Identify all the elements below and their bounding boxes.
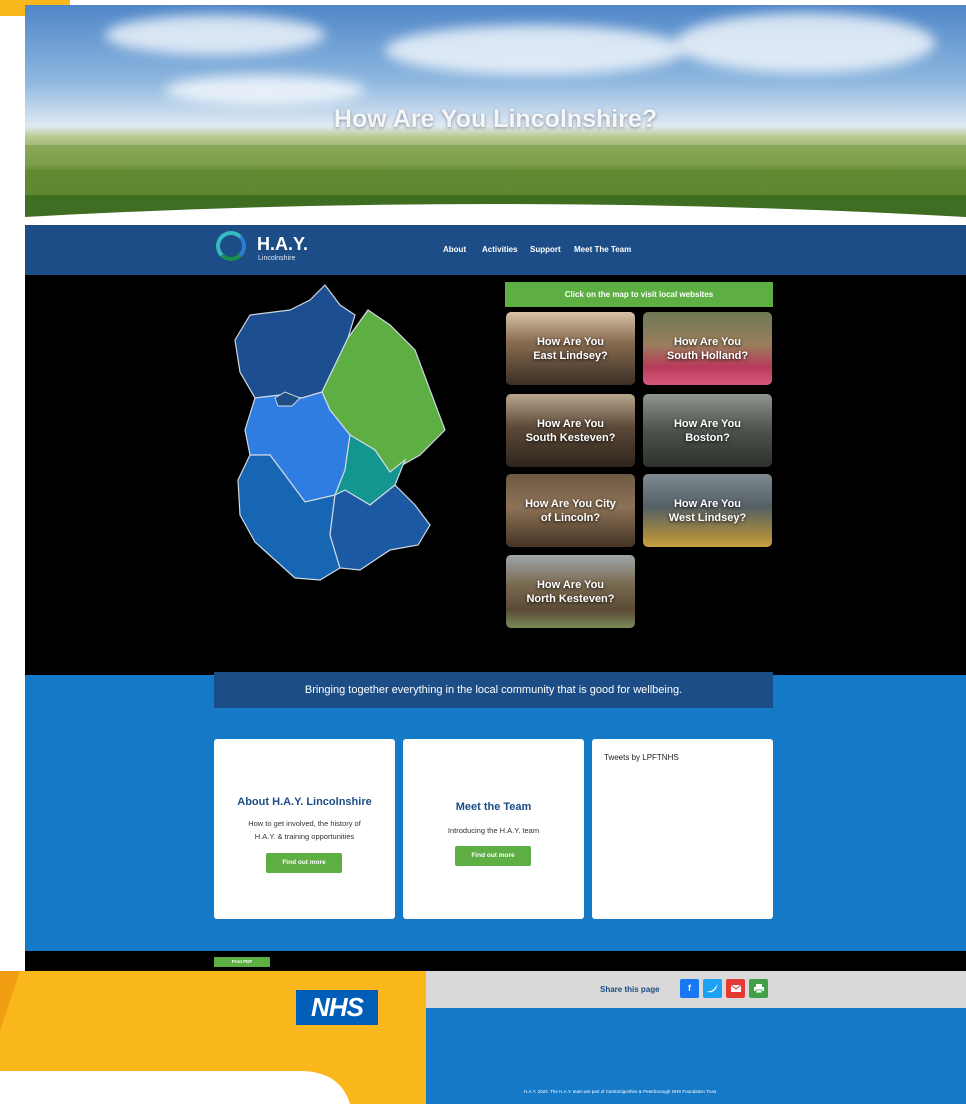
print-icon[interactable] — [749, 979, 768, 998]
tile-label-line-2: Boston? — [685, 431, 730, 444]
tile-label-line-1: How Are You — [536, 417, 605, 430]
tile-boston[interactable]: How Are You Boston? — [643, 394, 772, 467]
tile-label-line-1: How Are You City — [525, 497, 616, 510]
map-region-south-holland[interactable] — [329, 484, 431, 571]
about-card-text-line-2: H.A.Y. & training opportunities — [254, 832, 355, 841]
tagline-banner: Bringing together everything in the loca… — [214, 672, 773, 708]
tile-label-line-2: North Kesteven? — [526, 592, 615, 605]
tweets-title[interactable]: Tweets by LPFTNHS — [604, 753, 679, 762]
tile-city-of-lincoln[interactable]: How Are You City of Lincoln? — [506, 474, 635, 547]
tile-label-line-1: How Are You — [673, 335, 742, 348]
tile-south-kesteven[interactable]: How Are You South Kesteven? — [506, 394, 635, 467]
nav-link-meet-the-team[interactable]: Meet The Team — [574, 245, 631, 254]
navbar: H.A.Y. Lincolnshire About Activities Sup… — [25, 225, 966, 275]
tile-label-line-2: of Lincoln? — [540, 511, 601, 524]
email-icon[interactable] — [726, 979, 745, 998]
team-find-out-more-button[interactable]: Find out more — [455, 846, 531, 866]
share-label: Share this page — [600, 985, 660, 994]
team-card: Meet the Team Introducing the H.A.Y. tea… — [403, 739, 584, 919]
tile-label-line-2: West Lindsey? — [668, 511, 747, 524]
tile-label-line-1: How Are You — [673, 417, 742, 430]
page-frame-left — [0, 0, 25, 960]
tile-north-kesteven[interactable]: How Are You North Kesteven? — [506, 555, 635, 628]
lincolnshire-map — [234, 284, 446, 581]
print-strip — [25, 951, 966, 971]
footer-copyright: H.A.Y. 2022. The H.A.Y. team are part of… — [524, 1089, 717, 1094]
share-bar: Share this page f — [426, 971, 966, 1008]
tile-label-line-1: How Are You — [673, 497, 742, 510]
tile-south-holland[interactable]: How Are You South Holland? — [643, 312, 772, 385]
tweets-card: Tweets by LPFTNHS — [592, 739, 773, 919]
hero-title: How Are You Lincolnshire? — [333, 105, 658, 133]
facebook-icon[interactable]: f — [680, 979, 699, 998]
logo-subtitle: Lincolnshire — [258, 255, 296, 262]
twitter-icon[interactable] — [703, 979, 722, 998]
about-find-out-more-button[interactable]: Find out more — [266, 853, 342, 873]
nav-link-activities[interactable]: Activities — [482, 245, 518, 254]
nav-link-about[interactable]: About — [443, 245, 466, 254]
logo-icon[interactable] — [216, 231, 246, 261]
about-card-title: About H.A.Y. Lincolnshire — [237, 796, 372, 808]
print-pdf-button[interactable]: Print PDF — [214, 957, 270, 967]
hero-banner: How Are You Lincolnshire? — [25, 5, 966, 225]
about-card: About H.A.Y. Lincolnshire How to get inv… — [214, 739, 395, 919]
tile-label-line-2: East Lindsey? — [533, 349, 608, 362]
nav-link-support[interactable]: Support — [530, 245, 561, 254]
tile-label-line-2: South Kesteven? — [525, 431, 616, 444]
about-card-text-line-1: How to get involved, the history of — [248, 819, 361, 828]
team-card-title: Meet the Team — [455, 801, 532, 813]
nhs-logo: NHS — [296, 990, 378, 1025]
team-card-text: Introducing the H.A.Y. team — [447, 826, 540, 835]
tile-west-lindsey[interactable]: How Are You West Lindsey? — [643, 474, 772, 547]
map-instruction-banner: Click on the map to visit local websites — [505, 282, 773, 307]
tile-label-line-1: How Are You — [536, 335, 605, 348]
map-section: Click on the map to visit local websites… — [25, 275, 966, 675]
tile-label-line-1: How Are You — [536, 578, 605, 591]
logo-text[interactable]: H.A.Y. — [257, 234, 308, 255]
tile-east-lindsey[interactable]: How Are You East Lindsey? — [506, 312, 635, 385]
tile-label-line-2: South Holland? — [666, 349, 749, 362]
